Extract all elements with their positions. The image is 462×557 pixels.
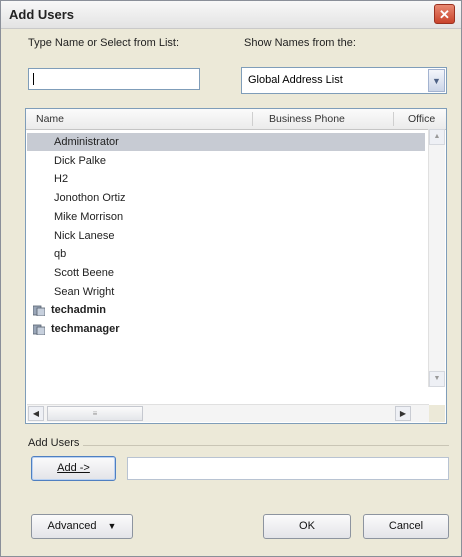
scroll-down-icon[interactable]: ▼ (429, 371, 445, 387)
column-divider[interactable] (252, 112, 253, 126)
scroll-left-icon[interactable]: ◀ (28, 406, 44, 421)
cancel-button[interactable]: Cancel (363, 514, 449, 539)
list-item[interactable]: Jonothon Ortiz (27, 189, 425, 207)
list-header: Name Business Phone Office (26, 109, 446, 130)
column-header-business-phone[interactable]: Business Phone (269, 113, 345, 125)
list-item[interactable]: Dick Palke (27, 152, 425, 170)
list-item[interactable]: techmanager (27, 320, 425, 338)
list-item-name: Mike Morrison (54, 210, 124, 223)
list-item-name: techmanager (51, 323, 120, 335)
group-icon (32, 305, 46, 317)
vertical-scrollbar[interactable]: ▲ ▼ (428, 129, 445, 387)
scroll-right-icon[interactable]: ▶ (395, 406, 411, 421)
chevron-down-icon[interactable]: ▼ (428, 69, 445, 92)
address-book-dropdown[interactable]: Global Address List ▼ (241, 67, 447, 94)
address-book-value: Global Address List (248, 74, 343, 86)
list-item[interactable]: Scott Beene (27, 264, 425, 282)
list-item-name: Sean Wright (54, 285, 115, 298)
list-item-name: Administrator (54, 136, 119, 148)
text-caret (33, 73, 34, 85)
list-item-name: Jonothon Ortiz (54, 192, 126, 205)
scroll-up-icon[interactable]: ▲ (429, 129, 445, 145)
list-item-name: techadmin (51, 304, 107, 317)
window-title: Add Users (9, 7, 75, 22)
title-bar[interactable]: Add Users ✕ (1, 1, 461, 29)
search-label: Type Name or Select from List: (28, 37, 179, 49)
column-header-office[interactable]: Office (408, 113, 435, 125)
list-item-name: H2 (54, 173, 69, 186)
scroll-corner (429, 405, 445, 422)
address-book-label: Show Names from the: (244, 37, 356, 49)
search-input[interactable] (28, 68, 200, 90)
horizontal-scrollbar[interactable]: ◀ ≡ ▶ (27, 404, 429, 422)
horizontal-scroll-thumb[interactable]: ≡ (47, 406, 143, 421)
list-item[interactable]: Administrator (27, 133, 425, 151)
advanced-button-label: Advanced (47, 520, 97, 532)
ok-button[interactable]: OK (263, 514, 351, 539)
advanced-button[interactable]: Advanced ▼ (31, 514, 133, 539)
group-icon (32, 324, 46, 336)
close-icon[interactable]: ✕ (434, 4, 455, 24)
list-item-name: Nick Lanese (54, 229, 115, 242)
list-item[interactable]: Sean Wright (27, 283, 425, 301)
ok-button-label: OK (299, 520, 315, 532)
list-item-name: Dick Palke (54, 154, 106, 167)
list-item[interactable]: techadmin (27, 301, 425, 319)
dropdown-arrow-icon: ▼ (107, 521, 117, 531)
list-item-name: qb (54, 248, 67, 261)
user-list[interactable]: Name Business Phone Office Administrator… (25, 108, 447, 424)
list-item[interactable]: H2 (27, 170, 425, 188)
add-users-group-label: Add Users (28, 437, 80, 449)
list-item-name: Scott Beene (54, 266, 114, 279)
add-button-label: Add -> (57, 462, 90, 474)
add-users-dialog: Add Users ✕ Type Name or Select from Lis… (0, 0, 462, 557)
list-item[interactable]: Nick Lanese (27, 227, 425, 245)
column-header-name[interactable]: Name (36, 113, 64, 125)
group-divider (83, 445, 449, 446)
list-item[interactable]: qb (27, 245, 425, 263)
added-users-field[interactable] (127, 457, 449, 480)
column-divider[interactable] (393, 112, 394, 126)
add-button[interactable]: Add -> (31, 456, 116, 481)
cancel-button-label: Cancel (388, 520, 424, 532)
list-item[interactable]: Mike Morrison (27, 208, 425, 226)
